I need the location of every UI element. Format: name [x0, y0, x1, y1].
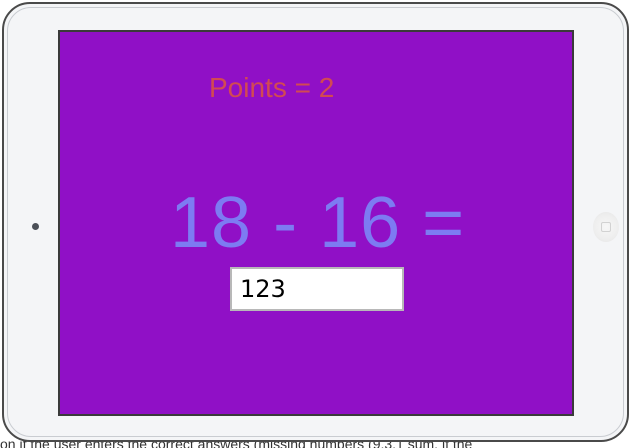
game-screen: Points = 2 18 - 16 = — [58, 30, 574, 416]
camera-icon — [32, 223, 39, 230]
points-label: Points = 2 — [209, 72, 335, 103]
home-button[interactable] — [593, 212, 619, 242]
answer-input[interactable] — [230, 267, 404, 311]
math-equation: 18 - 16 = — [170, 183, 466, 263]
page: on if the user enters the correct answer… — [0, 0, 633, 448]
